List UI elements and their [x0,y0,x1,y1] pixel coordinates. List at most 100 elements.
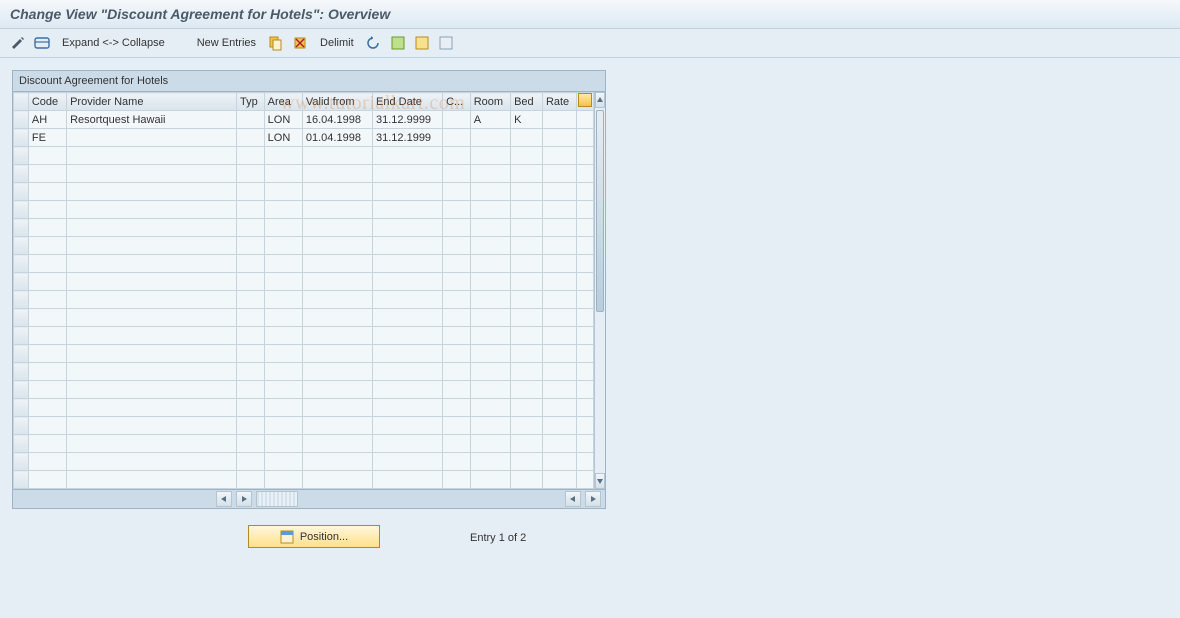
empty-cell[interactable] [302,417,372,435]
empty-cell[interactable] [67,363,237,381]
empty-cell[interactable] [470,363,510,381]
empty-cell[interactable] [470,147,510,165]
empty-cell[interactable] [511,219,543,237]
empty-cell[interactable] [443,453,471,471]
empty-cell[interactable] [470,237,510,255]
cell-typ[interactable] [237,129,265,147]
empty-cell[interactable] [237,399,265,417]
empty-cell[interactable] [302,399,372,417]
empty-cell[interactable] [237,291,265,309]
empty-cell[interactable] [511,345,543,363]
empty-cell[interactable] [511,309,543,327]
empty-cell[interactable] [511,165,543,183]
row-selector[interactable] [14,381,29,399]
table-row[interactable] [14,453,594,471]
table-row[interactable] [14,165,594,183]
empty-cell[interactable] [264,381,302,399]
empty-cell[interactable] [28,417,66,435]
other-view-icon[interactable] [34,35,50,51]
col-area[interactable]: Area [264,93,302,111]
empty-cell[interactable] [542,453,576,471]
empty-cell[interactable] [28,327,66,345]
select-block-icon[interactable] [414,35,430,51]
empty-cell[interactable] [237,237,265,255]
empty-cell[interactable] [542,309,576,327]
empty-cell[interactable] [237,471,265,489]
empty-cell[interactable] [302,327,372,345]
empty-cell[interactable] [373,453,443,471]
delimit-button[interactable]: Delimit [316,35,358,51]
empty-cell[interactable] [28,147,66,165]
empty-cell[interactable] [264,399,302,417]
empty-cell[interactable] [264,363,302,381]
empty-cell[interactable] [511,183,543,201]
empty-cell[interactable] [67,291,237,309]
empty-cell[interactable] [373,399,443,417]
empty-cell[interactable] [67,417,237,435]
cell-typ[interactable] [237,111,265,129]
table-row[interactable] [14,183,594,201]
cell-code[interactable]: FE [28,129,66,147]
row-selector[interactable] [14,165,29,183]
empty-cell[interactable] [264,255,302,273]
table-row[interactable] [14,219,594,237]
empty-cell[interactable] [237,453,265,471]
empty-cell[interactable] [542,417,576,435]
cell-end_date[interactable]: 31.12.9999 [373,111,443,129]
empty-cell[interactable] [470,399,510,417]
empty-cell[interactable] [237,201,265,219]
empty-cell[interactable] [470,471,510,489]
hscroll-track[interactable] [256,491,298,507]
empty-cell[interactable] [542,147,576,165]
empty-cell[interactable] [67,435,237,453]
empty-cell[interactable] [443,327,471,345]
empty-cell[interactable] [542,381,576,399]
empty-cell[interactable] [67,165,237,183]
empty-cell[interactable] [302,363,372,381]
new-entries-button[interactable]: New Entries [193,35,260,51]
empty-cell[interactable] [302,183,372,201]
empty-cell[interactable] [542,183,576,201]
empty-cell[interactable] [373,219,443,237]
empty-cell[interactable] [264,453,302,471]
empty-cell[interactable] [443,363,471,381]
row-selector[interactable] [14,435,29,453]
empty-cell[interactable] [302,291,372,309]
empty-cell[interactable] [28,399,66,417]
empty-cell[interactable] [443,255,471,273]
empty-cell[interactable] [28,291,66,309]
empty-cell[interactable] [302,237,372,255]
empty-cell[interactable] [542,327,576,345]
empty-cell[interactable] [237,327,265,345]
row-selector[interactable] [14,471,29,489]
empty-cell[interactable] [443,471,471,489]
scroll-track[interactable] [595,108,605,473]
row-selector[interactable] [14,111,29,129]
empty-cell[interactable] [511,417,543,435]
empty-cell[interactable] [373,273,443,291]
row-selector[interactable] [14,147,29,165]
empty-cell[interactable] [470,165,510,183]
empty-cell[interactable] [542,273,576,291]
empty-cell[interactable] [28,453,66,471]
empty-cell[interactable] [264,273,302,291]
cell-area[interactable]: LON [264,129,302,147]
row-selector[interactable] [14,453,29,471]
empty-cell[interactable] [542,363,576,381]
scroll-right-end-button[interactable] [585,491,601,507]
empty-cell[interactable] [28,435,66,453]
empty-cell[interactable] [373,147,443,165]
row-selector[interactable] [14,273,29,291]
empty-cell[interactable] [470,183,510,201]
scroll-left-button[interactable] [216,491,232,507]
cell-provider[interactable] [67,129,237,147]
empty-cell[interactable] [67,309,237,327]
empty-cell[interactable] [264,327,302,345]
empty-cell[interactable] [264,201,302,219]
row-selector[interactable] [14,183,29,201]
empty-cell[interactable] [511,471,543,489]
copy-as-icon[interactable] [268,35,284,51]
scroll-right-button[interactable] [236,491,252,507]
table-row[interactable] [14,381,594,399]
empty-cell[interactable] [542,435,576,453]
